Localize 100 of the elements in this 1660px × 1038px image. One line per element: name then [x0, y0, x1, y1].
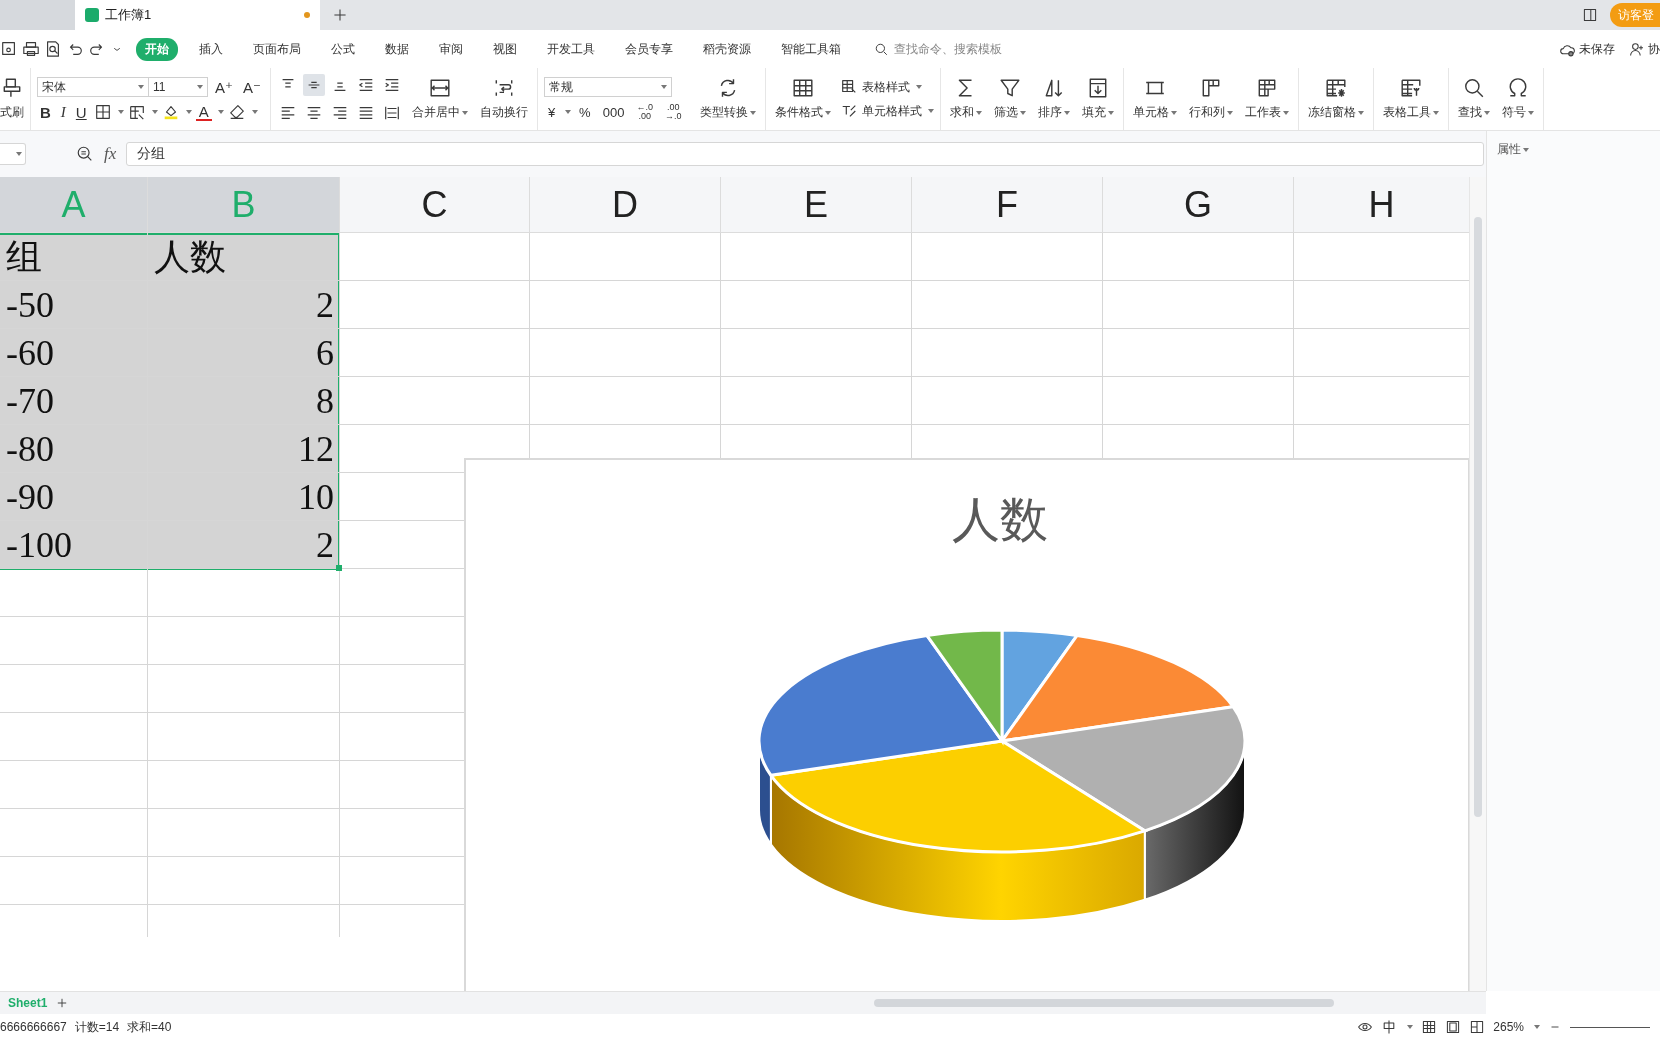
column-header[interactable]: F [912, 177, 1103, 233]
menu-tab[interactable]: 开发工具 [538, 37, 604, 61]
ribbon-button[interactable]: 求和 [947, 77, 986, 121]
menu-tab[interactable]: 审阅 [430, 37, 472, 61]
column-header[interactable]: G [1103, 177, 1294, 233]
eraser-icon[interactable] [227, 103, 246, 121]
search-icon [1463, 77, 1486, 99]
collaborate-link[interactable]: 协 [1648, 40, 1660, 58]
chart-title: 人数 [952, 492, 1048, 548]
ribbon-button[interactable]: 符号 [1499, 77, 1538, 121]
search-icon [874, 41, 889, 57]
print-preview-icon[interactable] [44, 40, 62, 58]
menu-tab[interactable]: 公式 [322, 37, 364, 61]
column-header[interactable]: D [530, 177, 721, 233]
normal-view-icon[interactable] [1421, 1019, 1438, 1035]
column-header[interactable]: C [340, 177, 530, 233]
page-break-icon[interactable] [1469, 1019, 1486, 1035]
properties-menu[interactable]: 属性 [1497, 141, 1529, 158]
page-layout-icon[interactable] [1445, 1019, 1462, 1035]
zoom-track-line[interactable] [1570, 1026, 1650, 1028]
number-format-select[interactable]: 常规 [543, 77, 672, 97]
table-cell-text: 人数 [154, 235, 226, 279]
scrollbar-thumb[interactable] [874, 999, 1334, 1007]
save-status: 未保存 [1579, 40, 1615, 58]
number-format-button[interactable]: .00 →.0 [660, 103, 686, 121]
fill-handle[interactable] [336, 565, 342, 571]
caret-icon [16, 152, 22, 156]
save-icon[interactable] [0, 40, 18, 58]
number-format-button[interactable]: 000 [598, 105, 629, 119]
font-size-button[interactable]: A⁻ [239, 79, 264, 95]
number-format-button[interactable]: ←.0 .00 [632, 103, 657, 121]
command-search-field[interactable]: 查找命令、搜索模板 [874, 41, 1056, 57]
format-painter-button[interactable]: 式刷 [0, 77, 24, 121]
print-icon[interactable] [22, 40, 40, 58]
ribbon-button[interactable]: 合并居中 [408, 77, 471, 121]
ribbon-button[interactable]: 单元格 [1130, 77, 1181, 121]
zoom-level[interactable]: 265% [1493, 1020, 1524, 1034]
menu-tab[interactable]: 页面布局 [244, 37, 310, 61]
table-cell: 6 [316, 332, 334, 374]
alignment-button[interactable] [302, 74, 325, 96]
chart-area[interactable]: 人数 [464, 458, 1469, 991]
font-family-select[interactable]: 宋体 [37, 77, 149, 97]
table-cell: 10 [298, 476, 334, 518]
plus-icon[interactable] [332, 7, 348, 23]
ribbon-button[interactable]: 类型转换 [697, 77, 760, 121]
menu-tab[interactable]: 插入 [190, 37, 232, 61]
number-format-button[interactable]: % [575, 105, 595, 119]
menu-tab[interactable]: 稻壳资源 [694, 37, 760, 61]
zoom-out-icon[interactable] [76, 145, 94, 163]
ribbon-button[interactable]: 工作表 [1242, 77, 1293, 121]
menu-tab[interactable]: 数据 [376, 37, 418, 61]
cell-format-icon[interactable] [127, 103, 146, 121]
function-label[interactable]: fx [104, 144, 117, 164]
menu-tab[interactable]: 视图 [484, 37, 526, 61]
table-cell: -90 [6, 476, 54, 518]
caret-icon [151, 110, 158, 114]
table-tools-icon [1400, 77, 1423, 99]
ribbon-button[interactable]: 冻结窗格 [1305, 77, 1368, 121]
paintbrush-icon [1, 77, 23, 99]
ribbon-button[interactable]: 单元格样式 [840, 102, 935, 120]
filter-icon [999, 77, 1022, 99]
font-style-button[interactable]: I [57, 104, 69, 120]
font-color-button[interactable]: A [195, 103, 212, 121]
table-cell: 2 [316, 524, 334, 566]
scrollbar-thumb[interactable] [1474, 217, 1482, 817]
border-icon[interactable] [93, 103, 112, 121]
font-style-button[interactable]: B [37, 104, 54, 120]
number-format-button[interactable]: ¥ [543, 105, 560, 119]
menu-tab[interactable]: 会员专享 [616, 37, 682, 61]
document-tab[interactable]: 工作簿1 [75, 0, 320, 30]
decrease-indent-icon [356, 76, 375, 94]
ribbon-button[interactable]: 表格工具 [1380, 77, 1443, 121]
distributed-icon [382, 104, 401, 122]
caret-icon [197, 85, 203, 89]
ribbon-button[interactable]: 筛选 [991, 77, 1030, 121]
font-size-select[interactable]: 11 [148, 77, 208, 97]
merge-cells-icon [428, 77, 451, 99]
table-cell-text: 组 [6, 235, 42, 279]
font-size-button[interactable]: A⁺ [212, 79, 236, 95]
menu-tab[interactable]: 智能工具箱 [772, 37, 850, 61]
table-cell: -50 [6, 284, 54, 326]
table-cell: 8 [316, 380, 334, 422]
ribbon-button[interactable]: 排序 [1035, 77, 1074, 121]
formula-input[interactable]: 分组 [126, 142, 1484, 166]
ribbon-button[interactable]: 自动换行 [476, 77, 531, 121]
ribbon-button[interactable]: 行和列 [1186, 77, 1237, 121]
ribbon-button[interactable]: 填充 [1079, 77, 1118, 121]
ribbon-button[interactable]: 表格样式 [840, 78, 935, 96]
ribbon-button[interactable]: 查找 [1455, 77, 1494, 121]
freeze-panes-icon [1325, 77, 1348, 99]
caret-icon [1534, 1025, 1540, 1029]
column-header[interactable]: H [1294, 177, 1469, 233]
table-grid-icon [792, 77, 815, 99]
font-style-button[interactable]: U [72, 104, 90, 120]
table-cell: -100 [6, 524, 72, 566]
caret-icon [138, 85, 144, 89]
column-header[interactable]: E [721, 177, 912, 233]
ribbon-button[interactable]: 条件格式 [772, 77, 835, 121]
caret-icon [117, 110, 124, 114]
panel-icon[interactable] [1582, 7, 1598, 23]
